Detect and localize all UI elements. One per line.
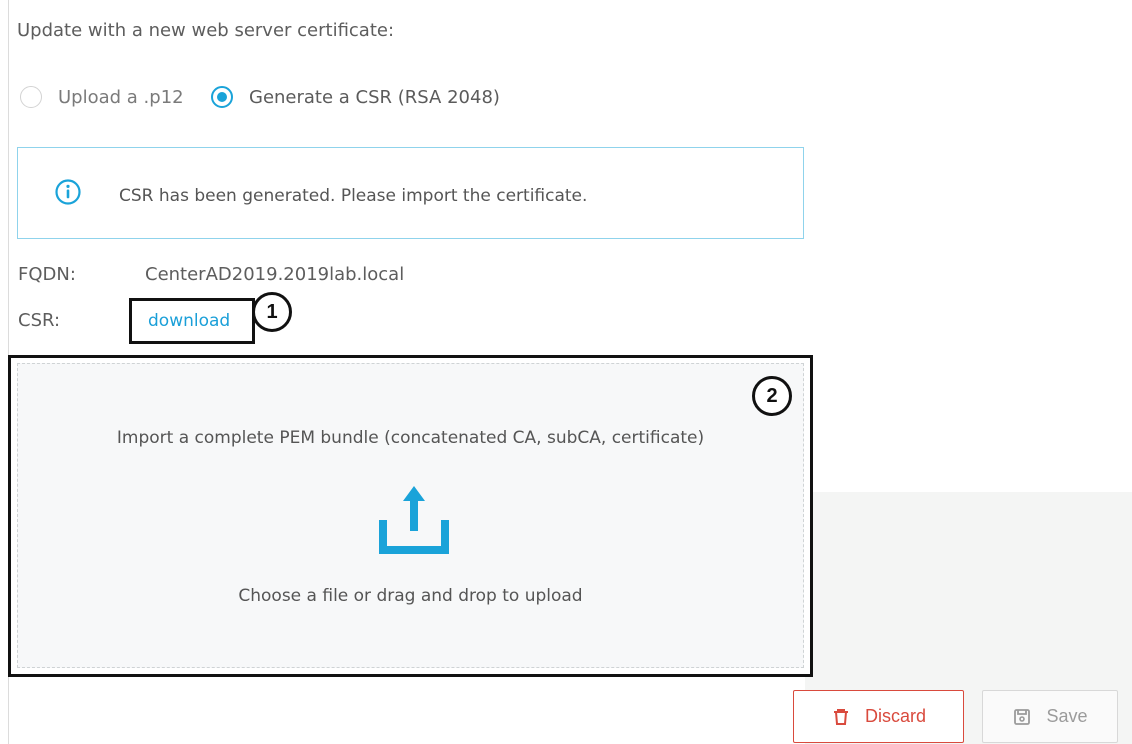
- save-label: Save: [1046, 706, 1088, 726]
- csr-label: CSR:: [18, 310, 61, 331]
- section-title: Update with a new web server certificate…: [17, 20, 395, 41]
- fqdn-label: FQDN:: [18, 264, 76, 285]
- fqdn-value: CenterAD2019.2019lab.local: [145, 264, 405, 285]
- csr-download-label: download: [148, 311, 231, 331]
- info-message: CSR has been generated. Please import th…: [119, 186, 588, 206]
- pem-upload-dropzone[interactable]: Import a complete PEM bundle (concatenat…: [17, 363, 804, 668]
- annotation-callout-2: 2: [752, 376, 792, 416]
- info-alert: CSR has been generated. Please import th…: [17, 147, 804, 239]
- upload-p12-label: Upload a .p12: [58, 86, 184, 108]
- trash-icon: [833, 708, 848, 725]
- upload-p12-radio-option[interactable]: Upload a .p12: [20, 86, 184, 108]
- dropzone-title: Import a complete PEM bundle (concatenat…: [116, 428, 705, 448]
- upload-p12-radio-button[interactable]: [20, 86, 42, 108]
- generate-csr-radio-button[interactable]: [211, 86, 233, 108]
- discard-label: Discard: [864, 706, 926, 726]
- annotation-callout-1: 1: [252, 292, 292, 332]
- save-icon: [1014, 708, 1031, 725]
- upload-icon: [379, 486, 449, 554]
- csr-download-link[interactable]: download: [129, 298, 255, 344]
- generate-csr-radio-option[interactable]: Generate a CSR (RSA 2048): [211, 86, 500, 108]
- info-icon: [55, 179, 81, 205]
- discard-button[interactable]: Discard: [793, 690, 964, 743]
- dropzone-subtitle: Choose a file or drag and drop to upload: [238, 586, 583, 606]
- save-button[interactable]: Save: [982, 690, 1118, 743]
- generate-csr-label: Generate a CSR (RSA 2048): [249, 86, 500, 108]
